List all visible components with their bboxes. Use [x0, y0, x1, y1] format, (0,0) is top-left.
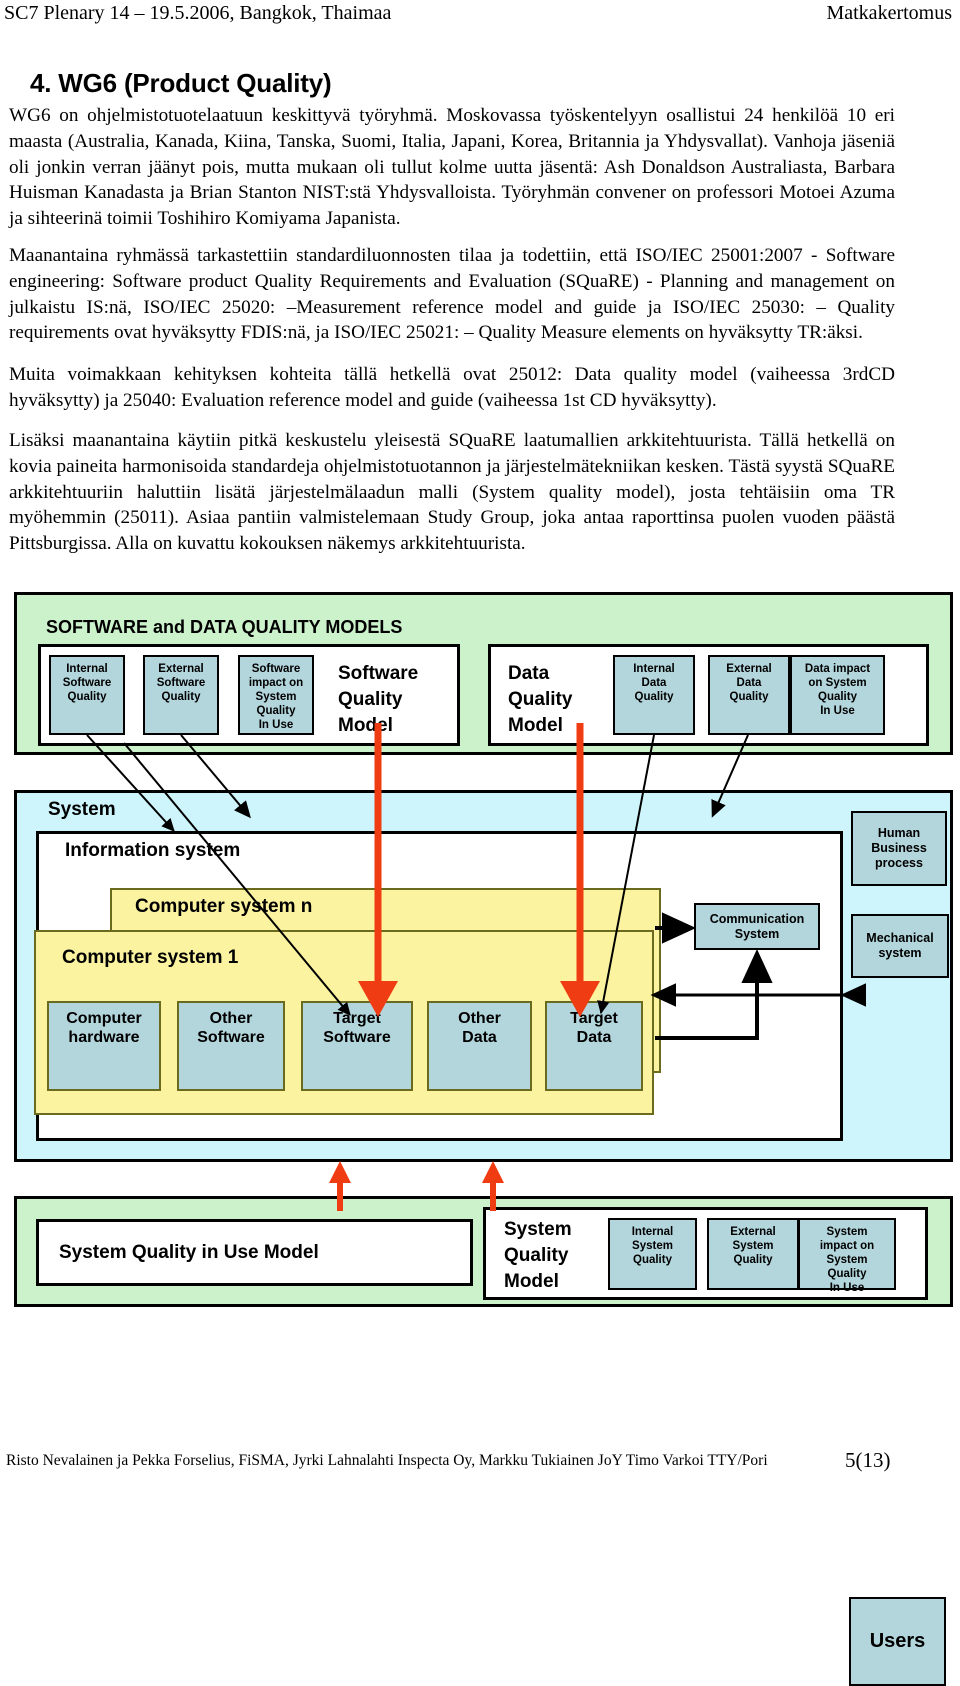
document-page: SC7 Plenary 14 – 19.5.2006, Bangkok, Tha… [0, 0, 960, 1686]
page-header: SC7 Plenary 14 – 19.5.2006, Bangkok, Tha… [0, 0, 960, 34]
cell-data-impact-on-system-quality-in-use: Data impact on System Quality In Use [790, 655, 885, 735]
header-right-text: Matkakertomus [826, 2, 952, 24]
header-left-text: SC7 Plenary 14 – 19.5.2006, Bangkok, Tha… [4, 2, 392, 24]
system-quality-in-use-model-box: System Quality in Use Model [36, 1219, 473, 1286]
section-title: 4. WG6 (Product Quality) [30, 68, 332, 98]
cell-internal-software-quality: Internal Software Quality [49, 655, 125, 735]
architecture-diagram: SOFTWARE and DATA QUALITY MODELS Interna… [0, 583, 960, 1686]
cell-software-impact-on-system-quality-in-use: Software impact on System Quality In Use [238, 655, 314, 735]
cell-mechanical-system: Mechanical system [851, 914, 949, 978]
computer-system-n-label: Computer system n [135, 896, 313, 917]
system-label: System [48, 799, 116, 820]
cell-external-software-quality: External Software Quality [143, 655, 219, 735]
cell-internal-system-quality: Internal System Quality [608, 1218, 697, 1290]
footer-authors: Risto Nevalainen ja Pekka Forselius, FiS… [6, 1452, 768, 1469]
paragraph-2: Maanantaina ryhmässä tarkastettiin stand… [9, 245, 895, 344]
computer-system-1-label: Computer system 1 [62, 947, 239, 968]
footer-page-number: 5(13) [845, 1448, 891, 1472]
data-quality-model-label: Data Quality Model [508, 663, 573, 736]
cell-system-impact-on-system-quality-in-use: System impact on System Quality In Use [798, 1218, 896, 1294]
top-panel-title: SOFTWARE and DATA QUALITY MODELS [46, 617, 403, 637]
cell-internal-data-quality: Internal Data Quality [613, 655, 695, 735]
cell-communication-system: Communication System [694, 903, 820, 950]
cell-external-system-quality: External System Quality [707, 1218, 799, 1290]
paragraph-3: Muita voimakkaan kehityksen kohteita täl… [9, 364, 895, 411]
system-quality-model-label: System Quality Model [504, 1219, 572, 1292]
cell-external-data-quality: External Data Quality [708, 655, 790, 735]
cell-other-data: Other Data [427, 1001, 532, 1091]
paragraph-1: WG6 on ohjelmistotuotelaatuun keskittyvä… [9, 105, 895, 230]
information-system-label: Information system [65, 840, 241, 861]
cell-computer-hardware: Computer hardware [47, 1001, 161, 1091]
cell-target-data: Target Data [545, 1001, 643, 1091]
paragraph-4: Lisäksi maanantaina käytiin pitkä keskus… [9, 430, 895, 555]
cell-target-software: Target Software [301, 1001, 413, 1091]
cell-other-software: Other Software [177, 1001, 285, 1091]
cell-users: Users [849, 1597, 946, 1686]
software-quality-model-label: Software Quality Model [338, 663, 419, 736]
cell-human-business-process: Human Business process [851, 811, 947, 886]
